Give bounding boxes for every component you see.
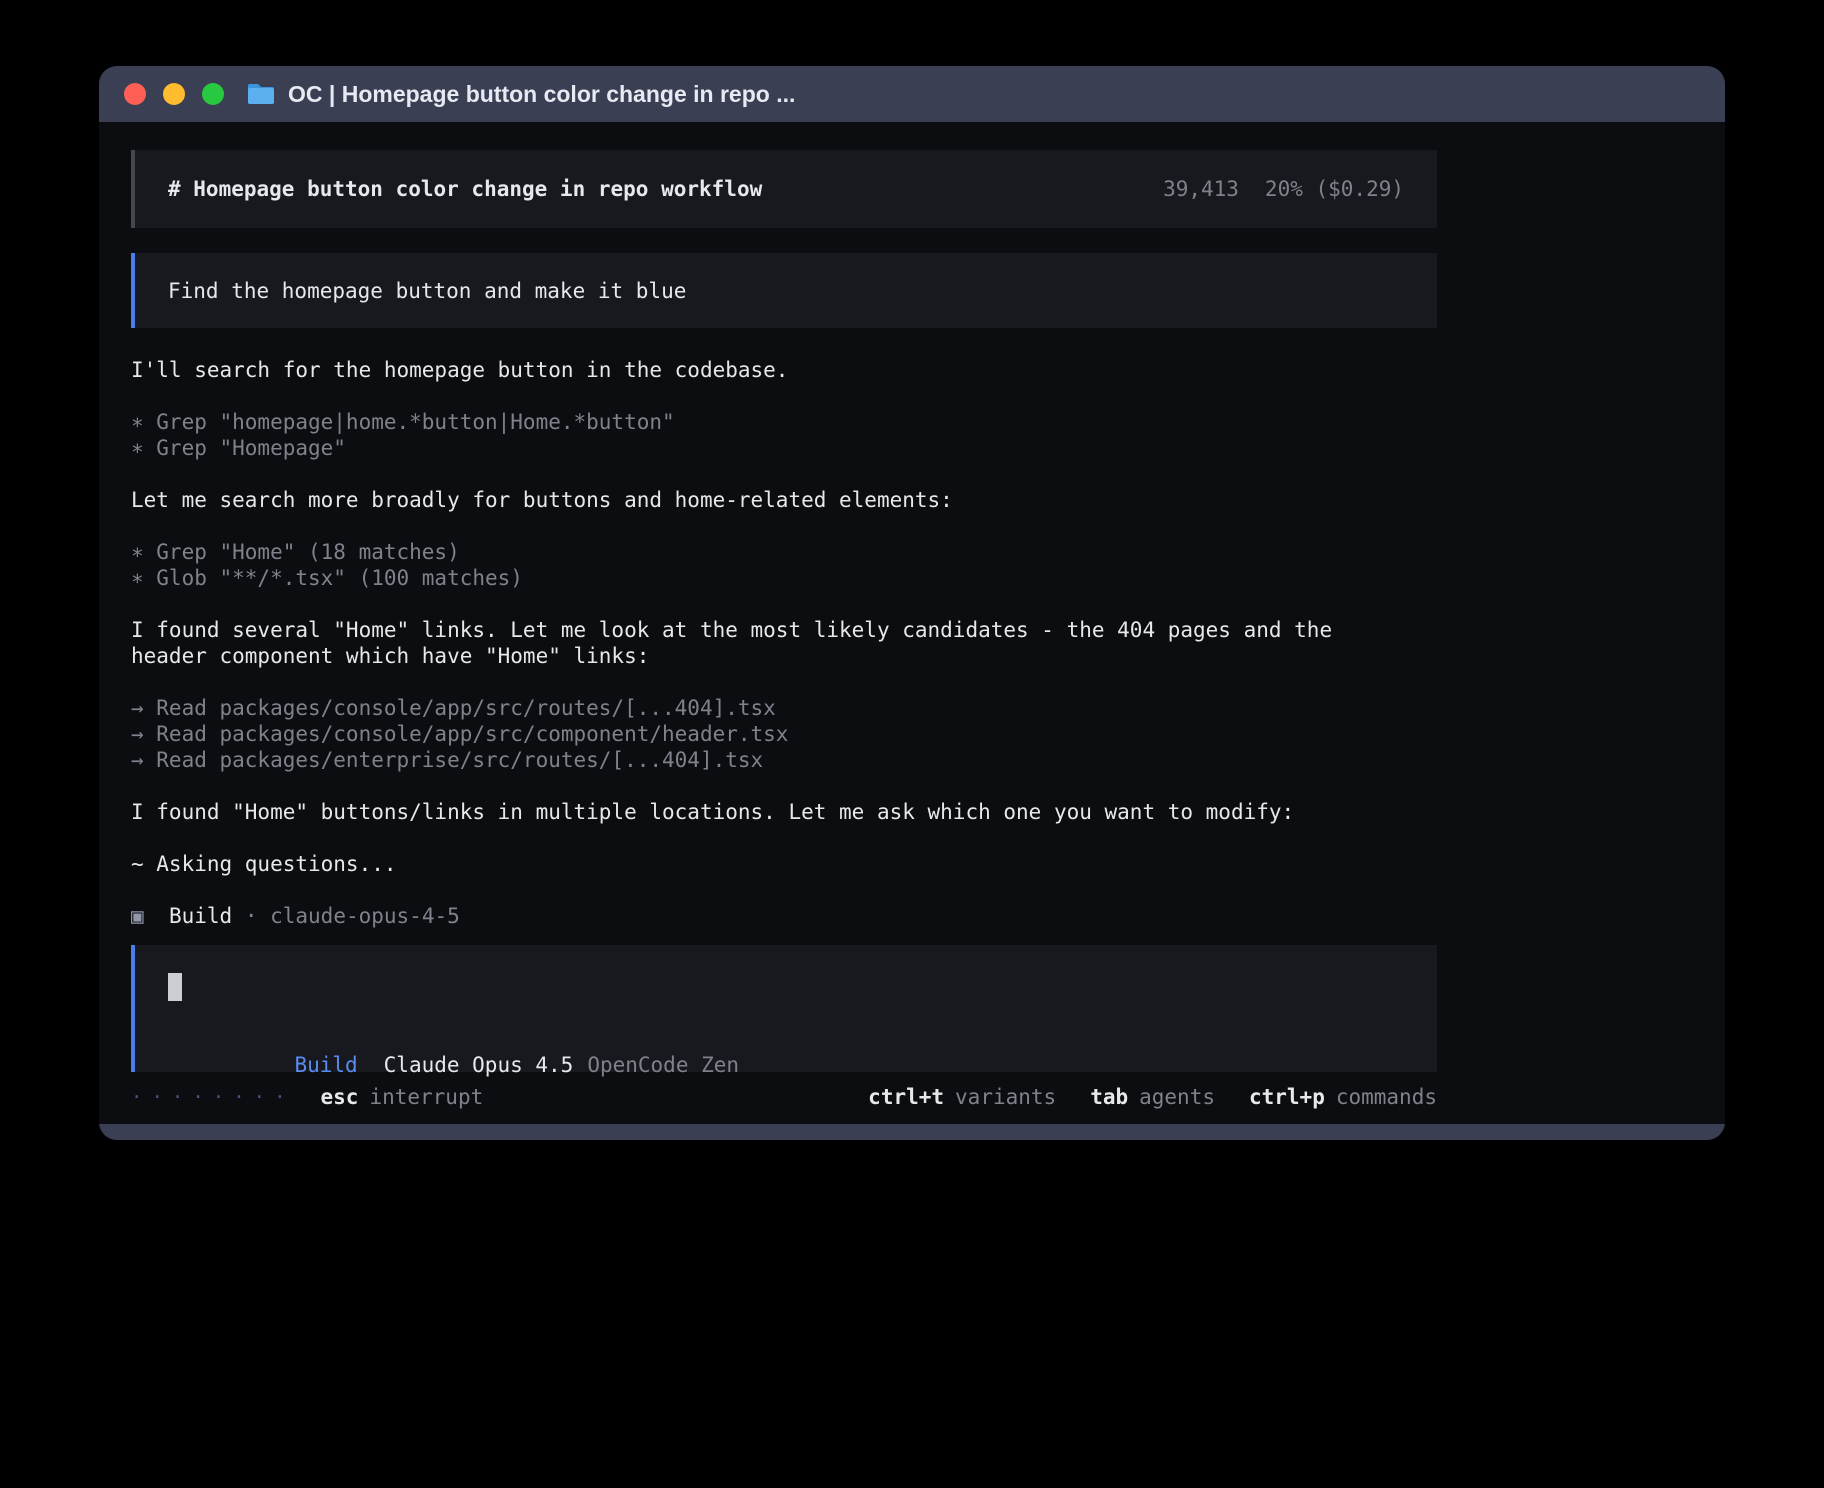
transcript-segment: ~ Asking questions... xyxy=(131,852,397,876)
user-message: Find the homepage button and make it blu… xyxy=(131,253,1437,328)
transcript-line: header component which have "Home" links… xyxy=(131,643,1437,669)
transcript-line: ∗ Grep "Home" (18 matches) xyxy=(131,539,1437,565)
shortcut-ctrl-t: ctrl+t variants xyxy=(868,1084,1056,1110)
transcript-segment: ▣ xyxy=(131,904,144,928)
shortcut-key: esc xyxy=(321,1085,359,1109)
transcript-line: ~ Asking questions... xyxy=(131,851,1437,877)
terminal-window: OC | Homepage button color change in rep… xyxy=(99,66,1725,1140)
token-count: 39,413 xyxy=(1163,177,1239,201)
prompt-input[interactable]: BuildClaude Opus 4.5OpenCode Zen xyxy=(131,945,1437,1072)
model-info-line: BuildClaude Opus 4.5OpenCode Zen xyxy=(168,1026,1404,1052)
status-right: ctrl+t variants tab agents ctrl+p commands xyxy=(868,1084,1437,1110)
shortcut-tab: tab agents xyxy=(1090,1084,1215,1110)
assistant-transcript: I'll search for the homepage button in t… xyxy=(131,357,1437,929)
usage-percent: 20% ($0.29) xyxy=(1265,177,1404,201)
transcript-line: I'll search for the homepage button in t… xyxy=(131,357,1437,383)
model-name: Claude Opus 4.5 xyxy=(384,1053,574,1077)
transcript-line: Let me search more broadly for buttons a… xyxy=(131,487,1437,513)
transcript-line: → Read packages/enterprise/src/routes/[.… xyxy=(131,747,1437,773)
shortcut-key: tab xyxy=(1090,1085,1128,1109)
transcript-segment: I found several "Home" links. Let me loo… xyxy=(131,618,1332,642)
session-title: # Homepage button color change in repo w… xyxy=(168,177,762,201)
transcript-segment: → Read packages/console/app/src/componen… xyxy=(131,722,788,746)
shortcut-label: interrupt xyxy=(369,1085,483,1109)
transcript-line: → Read packages/console/app/src/routes/[… xyxy=(131,695,1437,721)
transcript-line xyxy=(131,591,1437,617)
transcript-segment: header component which have "Home" links… xyxy=(131,644,649,668)
shortcut-esc: esc interrupt xyxy=(321,1085,484,1109)
window-bottom-edge xyxy=(99,1124,1725,1140)
transcript-line xyxy=(131,877,1437,903)
transcript-segment: claude-opus-4-5 xyxy=(270,904,460,928)
shortcut-label: variants xyxy=(955,1085,1056,1109)
input-line[interactable] xyxy=(168,973,1404,1001)
transcript-line: ∗ Grep "homepage|home.*button|Home.*butt… xyxy=(131,409,1437,435)
transcript-line xyxy=(131,513,1437,539)
transcript-segment: ∗ Grep "Home" (18 matches) xyxy=(131,540,460,564)
transcript-line xyxy=(131,669,1437,695)
transcript-segment xyxy=(144,904,169,928)
transcript-line: ∗ Glob "**/*.tsx" (100 matches) xyxy=(131,565,1437,591)
traffic-lights xyxy=(124,83,224,105)
shortcut-ctrl-p: ctrl+p commands xyxy=(1249,1084,1437,1110)
shortcut-label: commands xyxy=(1336,1085,1437,1109)
transcript-line: ∗ Grep "Homepage" xyxy=(131,435,1437,461)
titlebar: OC | Homepage button color change in rep… xyxy=(99,66,1725,122)
transcript-segment: ∗ Grep "homepage|home.*button|Home.*butt… xyxy=(131,410,675,434)
shortcut-label: agents xyxy=(1139,1085,1215,1109)
transcript-line: I found several "Home" links. Let me loo… xyxy=(131,617,1437,643)
text-cursor xyxy=(168,973,182,1001)
status-bar: ········ esc interrupt ctrl+t variants taba… xyxy=(131,1084,1437,1110)
transcript-line: → Read packages/console/app/src/componen… xyxy=(131,721,1437,747)
shortcut-key: ctrl+t xyxy=(868,1085,944,1109)
transcript-segment: → Read packages/enterprise/src/routes/[.… xyxy=(131,748,763,772)
transcript-segment: I'll search for the homepage button in t… xyxy=(131,358,788,382)
transcript-line: I found "Home" buttons/links in multiple… xyxy=(131,799,1437,825)
transcript-segment: Let me search more broadly for buttons a… xyxy=(131,488,953,512)
session-stats: 39,413 20% ($0.29) xyxy=(1037,153,1404,225)
minimize-button[interactable] xyxy=(163,83,185,105)
transcript-line: ▣ Build · claude-opus-4-5 xyxy=(131,903,1437,929)
transcript-segment: ∗ Grep "Homepage" xyxy=(131,436,346,460)
shortcut-key: ctrl+p xyxy=(1249,1085,1325,1109)
close-button[interactable] xyxy=(124,83,146,105)
transcript-segment: · xyxy=(232,904,270,928)
status-left: ········ esc interrupt xyxy=(131,1084,483,1110)
transcript-segment: → Read packages/console/app/src/routes/[… xyxy=(131,696,776,720)
terminal-content: # Homepage button color change in repo w… xyxy=(99,122,1725,1124)
transcript-segment: I found "Home" buttons/links in multiple… xyxy=(131,800,1294,824)
transcript-line xyxy=(131,773,1437,799)
spinner-dots: ········ xyxy=(131,1084,295,1110)
provider-name: OpenCode Zen xyxy=(587,1053,739,1077)
agent-name: Build xyxy=(294,1053,357,1077)
transcript-line xyxy=(131,461,1437,487)
user-message-text: Find the homepage button and make it blu… xyxy=(168,279,686,303)
transcript-line xyxy=(131,825,1437,851)
session-header: # Homepage button color change in repo w… xyxy=(131,150,1437,228)
transcript-line xyxy=(131,383,1437,409)
transcript-segment: ∗ Glob "**/*.tsx" (100 matches) xyxy=(131,566,523,590)
window-title: OC | Homepage button color change in rep… xyxy=(288,81,795,108)
transcript-segment: Build xyxy=(169,904,232,928)
folder-icon xyxy=(246,82,276,106)
zoom-button[interactable] xyxy=(202,83,224,105)
